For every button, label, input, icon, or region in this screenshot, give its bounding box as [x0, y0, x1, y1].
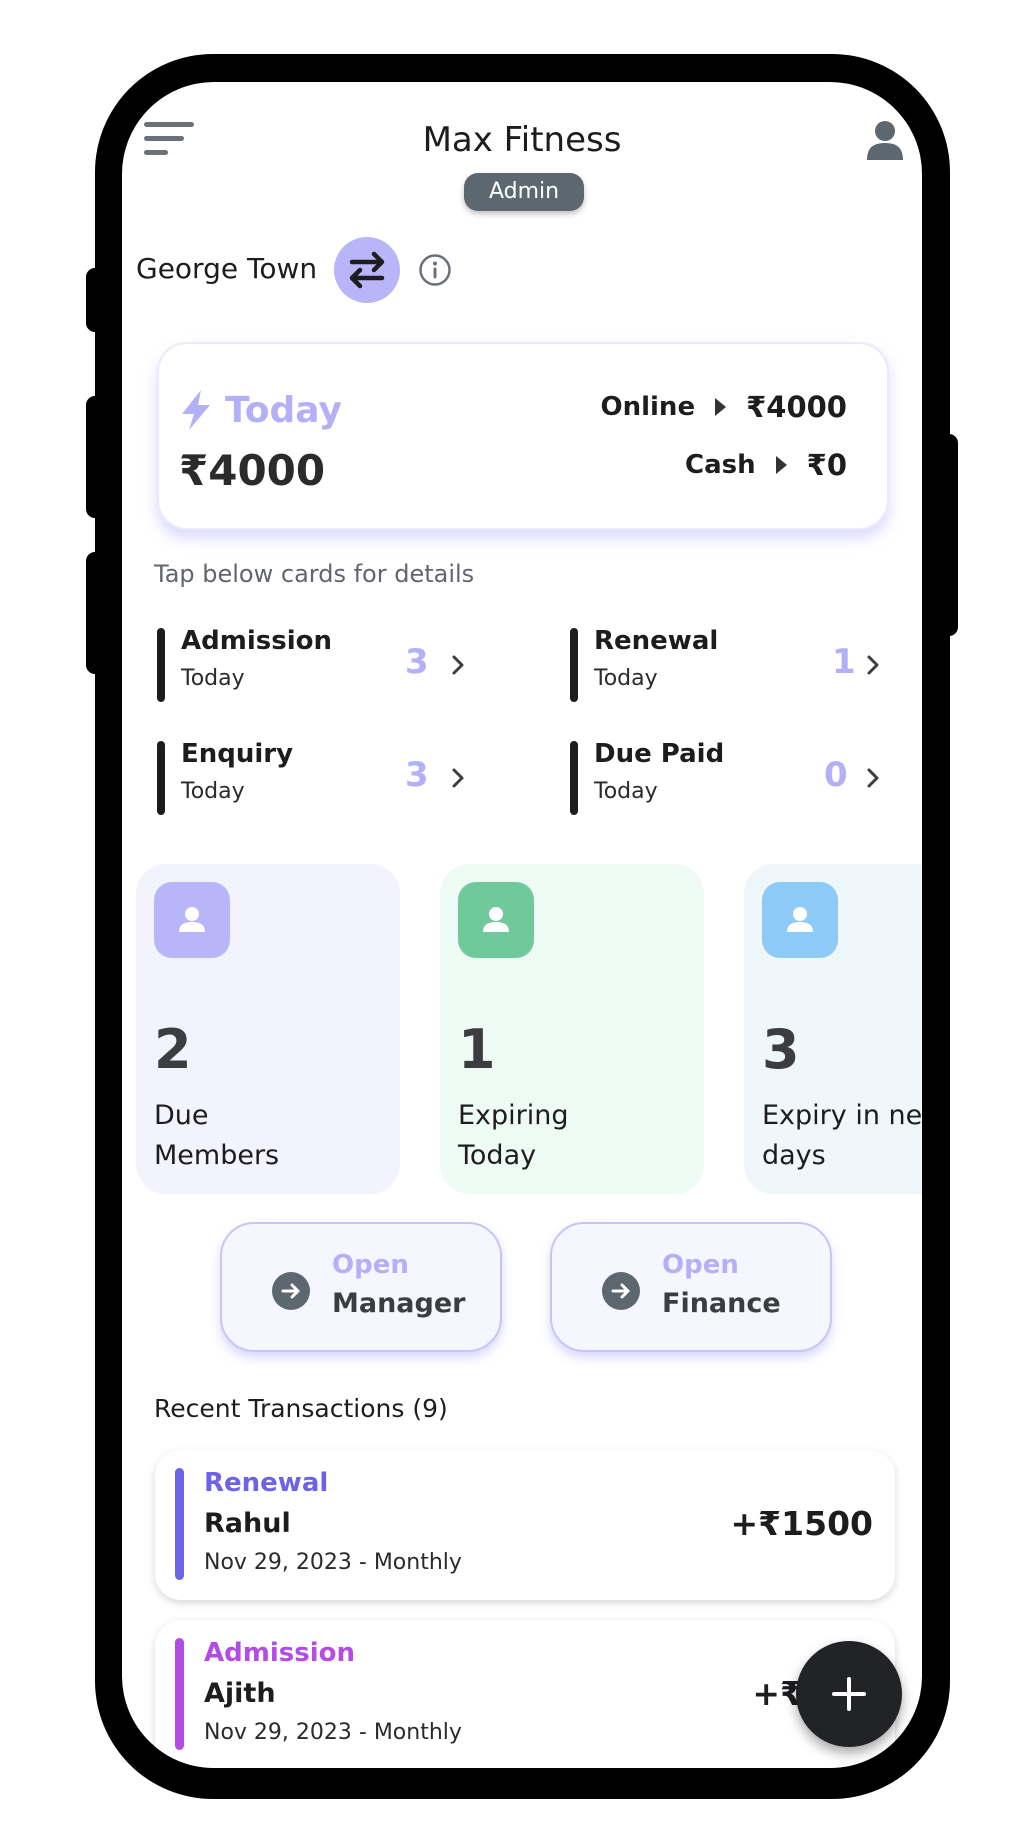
stat-renewal-today[interactable]: Renewal Today 1: [570, 626, 900, 704]
cash-label: Cash: [685, 450, 756, 480]
today-total-amount: ₹4000: [179, 446, 326, 495]
stat-period: Today: [181, 779, 245, 804]
transaction-member-name: Ajith: [204, 1678, 276, 1709]
app-screen: Max Fitness Admin George Town Today ₹400…: [122, 82, 922, 1768]
stat-name: Enquiry: [181, 739, 294, 769]
due-members-count: 2: [154, 1018, 192, 1081]
stat-admission-today[interactable]: Admission Today 3: [157, 626, 487, 704]
stat-bar: [157, 741, 165, 815]
role-badge: Admin: [464, 173, 584, 211]
side-button-power: [940, 434, 958, 636]
side-button-volume-up: [86, 396, 104, 518]
recent-transactions-title: Recent Transactions (9): [154, 1394, 448, 1423]
chevron-right-icon: [867, 655, 879, 675]
side-button-mute: [86, 268, 104, 332]
stat-count: 1: [832, 642, 856, 682]
stat-period: Today: [181, 666, 245, 691]
transaction-item[interactable]: Admission Ajith Nov 29, 2023 - Monthly +…: [155, 1620, 895, 1768]
finance-label: Finance: [662, 1288, 781, 1319]
cash-amount: ₹0: [806, 448, 847, 482]
arrow-right-circle-icon: [272, 1272, 310, 1310]
transaction-type: Admission: [204, 1638, 355, 1668]
open-label: Open: [662, 1250, 739, 1280]
transaction-member-name: Rahul: [204, 1508, 291, 1539]
user-profile-icon[interactable]: [866, 120, 904, 160]
arrow-right-circle-icon: [602, 1272, 640, 1310]
side-button-volume-down: [86, 552, 104, 674]
expiring-today-label: Expiring Today: [458, 1100, 569, 1171]
swap-arrows-icon: [349, 251, 385, 289]
today-summary-card[interactable]: Today ₹4000 Online ₹4000 Cash ₹0: [157, 342, 889, 530]
chevron-right-icon: [452, 655, 464, 675]
add-fab-button[interactable]: [796, 1641, 902, 1747]
stat-bar: [570, 741, 578, 815]
online-amount: ₹4000: [746, 390, 847, 424]
transaction-item[interactable]: Renewal Rahul Nov 29, 2023 - Monthly +₹1…: [155, 1450, 895, 1600]
today-label: Today: [225, 390, 342, 431]
stat-count: 0: [824, 755, 848, 795]
member-icon: [762, 882, 838, 958]
stat-name: Renewal: [594, 626, 719, 656]
stat-count: 3: [405, 755, 429, 795]
location-name: George Town: [136, 252, 318, 285]
stat-period: Today: [594, 666, 658, 691]
lightning-bolt-icon: [182, 390, 210, 430]
expiring-today-count: 1: [458, 1018, 496, 1081]
info-icon[interactable]: [418, 253, 452, 287]
transaction-date: Nov 29, 2023 - Monthly: [204, 1720, 462, 1745]
stat-name: Admission: [181, 626, 332, 656]
expiry-next-days-label: Expiry in nextdays: [762, 1100, 922, 1171]
cash-payment-row: Cash ₹0: [685, 448, 847, 482]
member-icon: [154, 882, 230, 958]
caret-right-icon: [775, 456, 787, 474]
transaction-stripe: [175, 1468, 184, 1580]
stat-enquiry-today[interactable]: Enquiry Today 3: [157, 739, 487, 817]
chevron-right-icon: [867, 768, 879, 788]
chevron-right-icon: [452, 768, 464, 788]
transaction-type: Renewal: [204, 1468, 329, 1498]
transaction-stripe: [175, 1638, 184, 1750]
open-label: Open: [332, 1250, 409, 1280]
due-members-label: Due Members: [154, 1100, 280, 1171]
expiry-next-days-count: 3: [762, 1018, 800, 1081]
open-manager-button[interactable]: Open Manager: [220, 1222, 502, 1352]
transaction-amount: +₹1500: [730, 1504, 873, 1543]
due-members-card[interactable]: 2 Due Members: [136, 864, 400, 1194]
transaction-date: Nov 29, 2023 - Monthly: [204, 1550, 462, 1575]
stat-period: Today: [594, 779, 658, 804]
stat-due-paid-today[interactable]: Due Paid Today 0: [570, 739, 900, 817]
caret-right-icon: [715, 398, 727, 416]
manager-label: Manager: [332, 1288, 466, 1319]
stat-bar: [570, 628, 578, 702]
online-label: Online: [600, 392, 696, 422]
expiring-today-card[interactable]: 1 Expiring Today: [440, 864, 704, 1194]
switch-location-button[interactable]: [334, 237, 400, 303]
tap-hint: Tap below cards for details: [154, 560, 475, 588]
stat-name: Due Paid: [594, 739, 725, 769]
expiry-next-days-card[interactable]: 3 Expiry in nextdays: [744, 864, 922, 1194]
online-payment-row: Online ₹4000: [601, 390, 848, 424]
plus-icon: [832, 1677, 866, 1711]
open-finance-button[interactable]: Open Finance: [550, 1222, 832, 1352]
app-title: Max Fitness: [422, 120, 622, 160]
stat-bar: [157, 628, 165, 702]
stat-count: 3: [405, 642, 429, 682]
member-icon: [458, 882, 534, 958]
